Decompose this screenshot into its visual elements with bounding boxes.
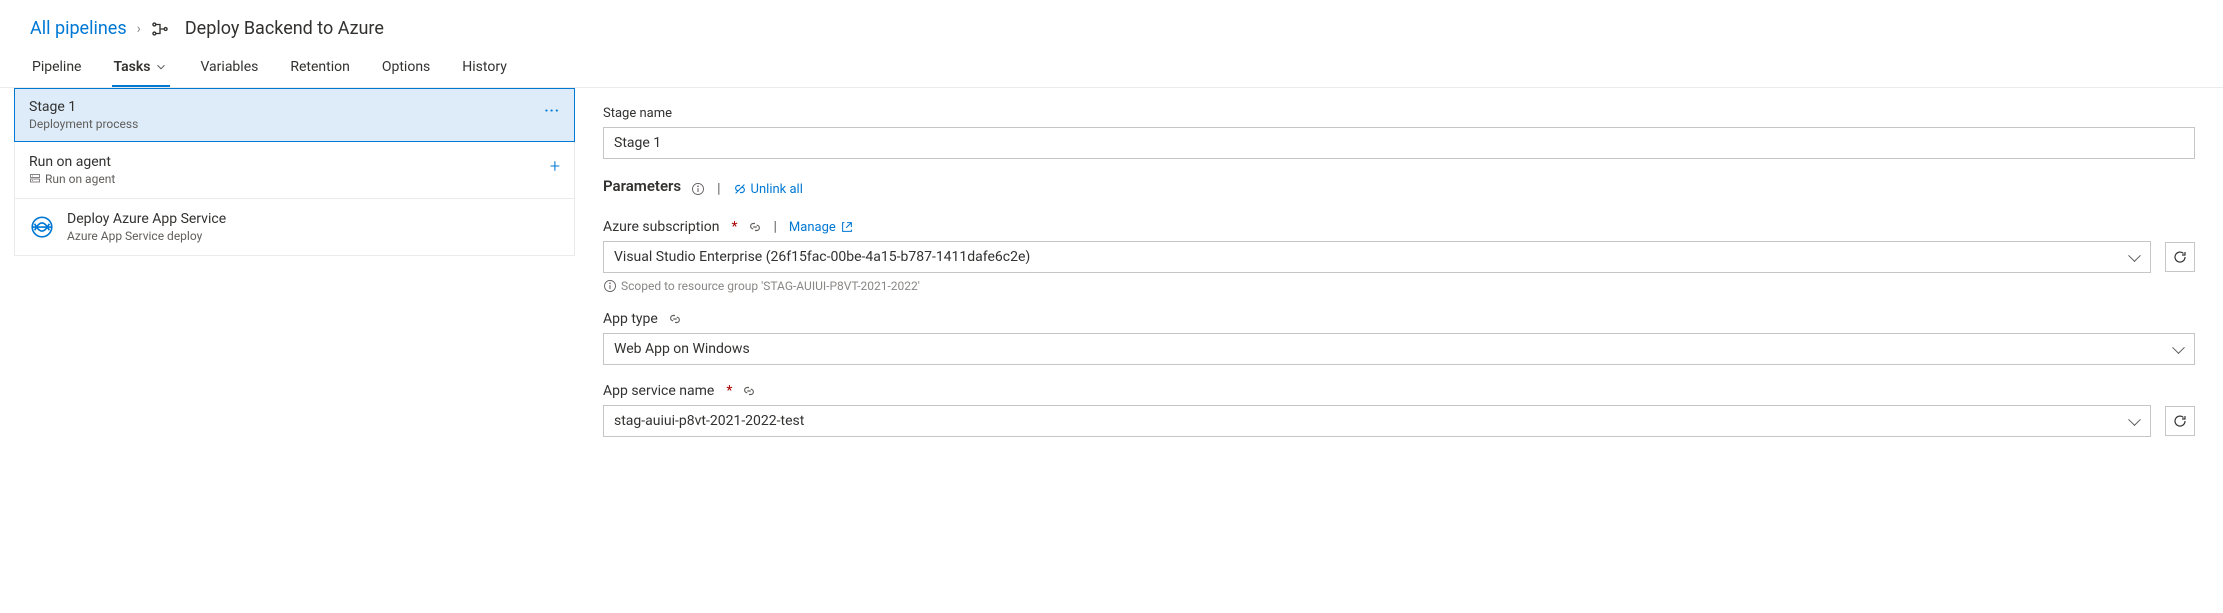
agent-job-title: Run on agent xyxy=(29,154,560,170)
subscription-note-text: Scoped to resource group 'STAG-AUIUI-P8V… xyxy=(621,279,920,293)
breadcrumb: All pipelines › Deploy Backend to Azure xyxy=(0,0,2223,51)
task-subtitle: Azure App Service deploy xyxy=(67,229,226,243)
task-row-deploy[interactable]: Deploy Azure App Service Azure App Servi… xyxy=(14,199,575,256)
refresh-app-service-button[interactable] xyxy=(2165,406,2195,436)
add-task-icon[interactable]: + xyxy=(550,156,560,177)
subscription-label: Azure subscription xyxy=(603,219,719,235)
stage-header[interactable]: Stage 1 Deployment process ··· xyxy=(14,88,575,142)
right-pane: Stage name Parameters | Unlink all Azure… xyxy=(575,88,2223,465)
separator: | xyxy=(772,219,779,235)
stage-name-field-label: Stage name xyxy=(603,106,2195,121)
info-icon[interactable] xyxy=(691,182,705,196)
unlink-icon xyxy=(733,182,747,196)
tab-tasks-label: Tasks xyxy=(114,59,151,75)
required-marker: * xyxy=(731,219,737,235)
tab-pipeline[interactable]: Pipeline xyxy=(30,51,84,87)
azure-app-service-icon xyxy=(29,214,55,240)
separator: | xyxy=(715,181,722,197)
chevron-right-icon: › xyxy=(137,21,141,37)
server-icon xyxy=(29,173,41,185)
tabs-bar: Pipeline Tasks Variables Retention Optio… xyxy=(0,51,2223,88)
stage-name-input[interactable] xyxy=(603,127,2195,159)
manage-label: Manage xyxy=(789,220,836,235)
task-title: Deploy Azure App Service xyxy=(67,211,226,227)
more-icon[interactable]: ··· xyxy=(544,103,560,119)
unlink-all-link[interactable]: Unlink all xyxy=(733,182,803,197)
refresh-subscription-button[interactable] xyxy=(2165,242,2195,272)
link-icon[interactable] xyxy=(748,220,762,234)
external-link-icon xyxy=(840,220,854,234)
stage-name-label: Stage 1 xyxy=(29,99,560,115)
refresh-icon xyxy=(2172,413,2188,429)
tab-options[interactable]: Options xyxy=(380,51,432,87)
app-service-label: App service name xyxy=(603,383,714,399)
left-pane: Stage 1 Deployment process ··· Run on ag… xyxy=(0,88,575,256)
breadcrumb-title: Deploy Backend to Azure xyxy=(185,18,384,39)
required-marker: * xyxy=(726,383,732,399)
stage-subtitle: Deployment process xyxy=(29,117,560,131)
tab-tasks[interactable]: Tasks xyxy=(112,51,171,87)
agent-job-subtitle: Run on agent xyxy=(45,172,115,186)
refresh-icon xyxy=(2172,249,2188,265)
subscription-select[interactable] xyxy=(603,241,2151,273)
pipeline-icon xyxy=(151,20,169,38)
tab-variables[interactable]: Variables xyxy=(198,51,260,87)
app-type-select[interactable] xyxy=(603,333,2195,365)
agent-job-row[interactable]: Run on agent Run on agent + xyxy=(14,142,575,199)
parameters-title: Parameters xyxy=(603,177,681,195)
breadcrumb-root-link[interactable]: All pipelines xyxy=(30,18,127,39)
app-type-label: App type xyxy=(603,311,658,327)
app-service-select[interactable] xyxy=(603,405,2151,437)
link-icon[interactable] xyxy=(742,384,756,398)
unlink-all-label: Unlink all xyxy=(751,182,803,197)
subscription-scope-note: Scoped to resource group 'STAG-AUIUI-P8V… xyxy=(603,279,2195,293)
link-icon[interactable] xyxy=(668,312,682,326)
manage-subscription-link[interactable]: Manage xyxy=(789,220,854,235)
chevron-down-icon xyxy=(154,60,168,74)
info-icon xyxy=(603,279,617,293)
tab-history[interactable]: History xyxy=(460,51,509,87)
tab-retention[interactable]: Retention xyxy=(288,51,352,87)
